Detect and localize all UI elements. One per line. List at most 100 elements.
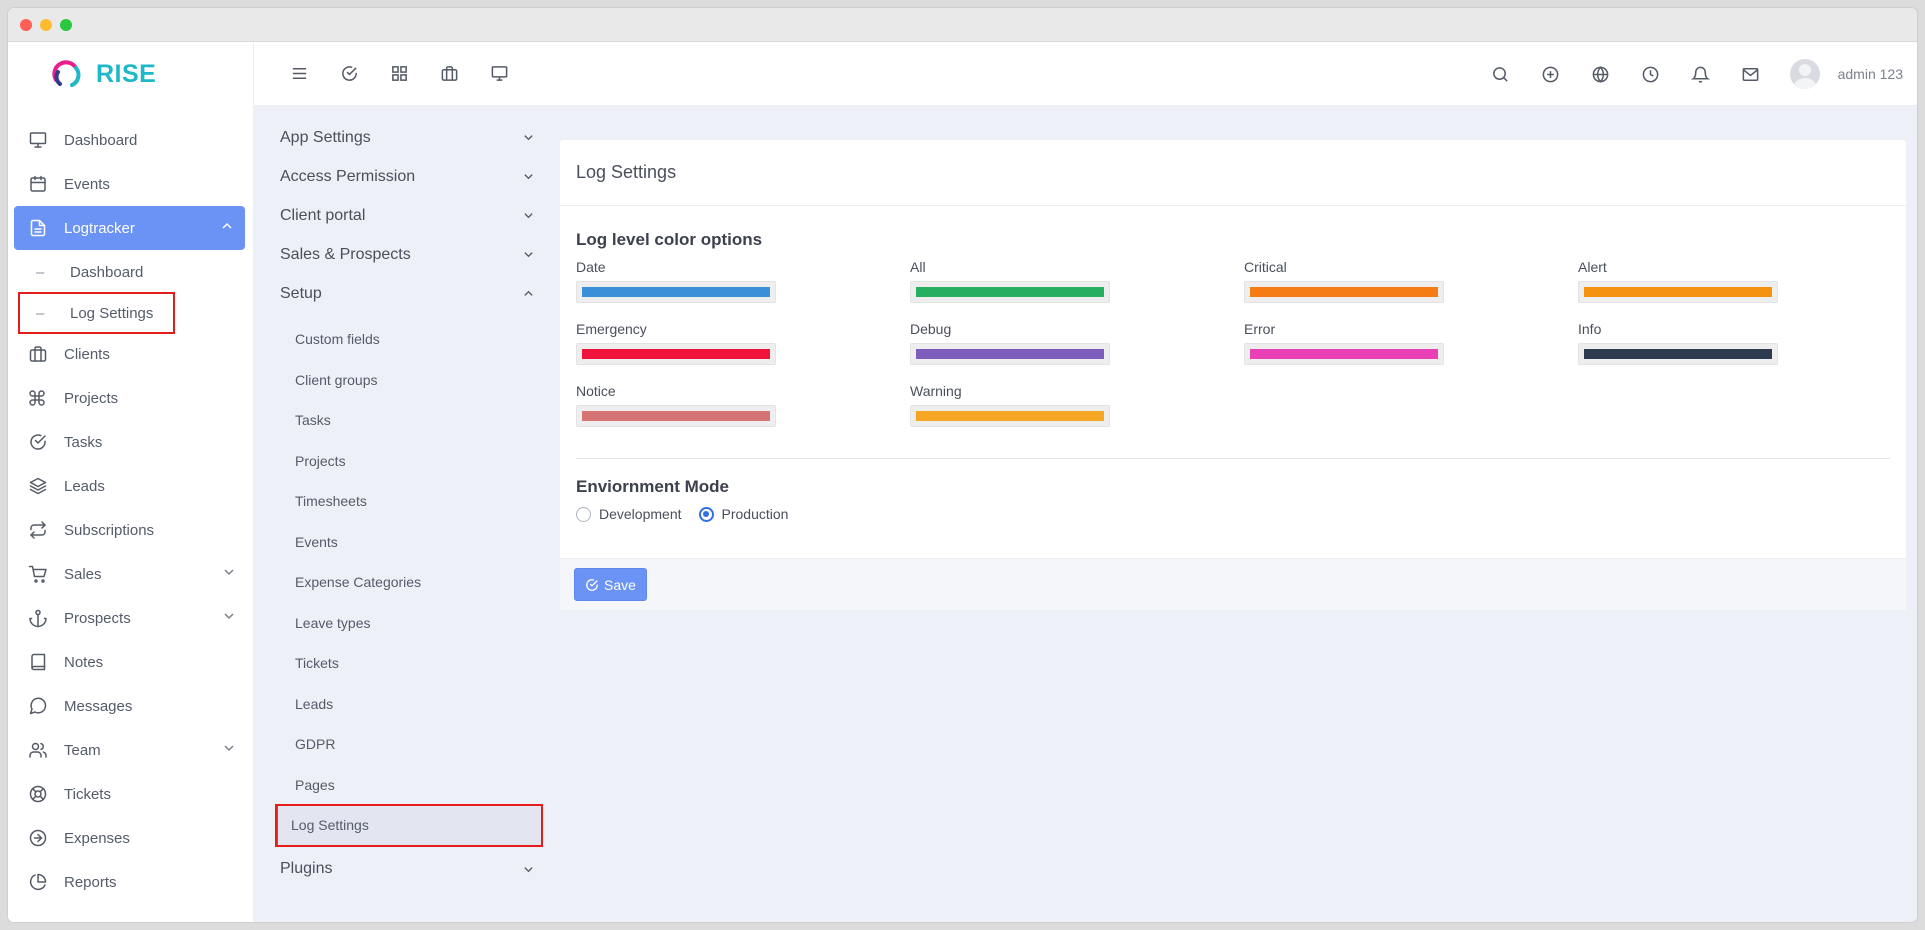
setup-item-events[interactable]: Events [272, 522, 542, 563]
sidebar-item-messages[interactable]: Messages [8, 684, 253, 728]
close-window-button[interactable] [20, 19, 32, 31]
env-option-production[interactable]: Production [698, 506, 788, 522]
sidebar-item-label: Events [64, 175, 110, 193]
clock-icon[interactable] [1626, 49, 1676, 99]
color-label: Alert [1578, 259, 1607, 275]
bell-icon[interactable] [1676, 49, 1726, 99]
sidebar-subitem-dashboard[interactable]: – Dashboard [8, 250, 253, 294]
minimize-window-button[interactable] [40, 19, 52, 31]
grid-icon[interactable] [374, 49, 424, 99]
setup-item-custom-fields[interactable]: Custom fields [272, 319, 542, 360]
mail-icon[interactable] [1726, 49, 1776, 99]
sidebar-subitem-log-settings[interactable]: – Log Settings [18, 292, 175, 334]
env-option-development[interactable]: Development [576, 506, 682, 522]
setup-item-tickets[interactable]: Tickets [272, 643, 542, 684]
settings-group-plugins[interactable]: Plugins [272, 850, 542, 889]
radio-label: Development [599, 506, 682, 522]
plus-circle-icon[interactable] [1526, 49, 1576, 99]
color-picker-error[interactable] [1244, 343, 1444, 365]
color-picker-emergency[interactable] [576, 343, 776, 365]
sidebar-item-projects[interactable]: Projects [8, 376, 253, 420]
settings-group-app-settings[interactable]: App Settings [272, 118, 542, 157]
page-title: Log Settings [560, 140, 1906, 206]
settings-group-label: Setup [280, 284, 322, 302]
anchor-icon [28, 608, 48, 628]
setup-item-expense-categories[interactable]: Expense Categories [272, 562, 542, 603]
setup-item-projects[interactable]: Projects [272, 441, 542, 482]
sidebar-item-tickets[interactable]: Tickets [8, 772, 253, 816]
sidebar-item-clients[interactable]: Clients [8, 332, 253, 376]
sidebar-nav: Dashboard Events Logtracker – Dashboard – Log … [8, 106, 253, 904]
setup-item-pages[interactable]: Pages [272, 765, 542, 806]
log-settings-card: Log Settings Log level color options Dat… [560, 140, 1906, 610]
color-label: Date [576, 259, 606, 275]
username[interactable]: admin 123 [1838, 66, 1903, 82]
color-picker-warning[interactable] [910, 405, 1110, 427]
section-divider [576, 458, 1890, 459]
briefcase-icon[interactable] [424, 49, 474, 99]
card-footer: Save [560, 558, 1906, 610]
settings-group-sales-prospects[interactable]: Sales & Prospects [272, 235, 542, 274]
color-label: Notice [576, 383, 616, 399]
sidebar-item-prospects[interactable]: Prospects [8, 596, 253, 640]
color-picker-all[interactable] [910, 281, 1110, 303]
sidebar-item-subscriptions[interactable]: Subscriptions [8, 508, 253, 552]
users-icon [28, 740, 48, 760]
color-option-critical: Critical [1244, 259, 1578, 306]
setup-submenu: Custom fields Client groups Tasks Projects T… [272, 319, 543, 847]
color-picker-debug[interactable] [910, 343, 1110, 365]
brand[interactable]: RISE [8, 42, 253, 106]
sidebar-item-events[interactable]: Events [8, 162, 253, 206]
sidebar-item-dashboard[interactable]: Dashboard [8, 118, 253, 162]
color-swatch [582, 287, 770, 297]
radio-development[interactable] [576, 506, 591, 522]
maximize-window-button[interactable] [60, 19, 72, 31]
color-label: Warning [910, 383, 962, 399]
color-picker-info[interactable] [1578, 343, 1778, 365]
settings-group-label: Client portal [280, 206, 366, 224]
sidebar-item-label: Reports [64, 873, 117, 891]
color-picker-notice[interactable] [576, 405, 776, 427]
sidebar-item-label: Subscriptions [64, 521, 155, 539]
command-icon [28, 388, 48, 408]
sidebar-item-reports[interactable]: Reports [8, 860, 253, 904]
sidebar-item-tasks[interactable]: Tasks [8, 420, 253, 464]
settings-group-setup[interactable]: Setup [272, 274, 542, 313]
sidebar-item-expenses[interactable]: Expenses [8, 816, 253, 860]
color-option-debug: Debug [910, 321, 1244, 368]
setup-item-client-groups[interactable]: Client groups [272, 360, 542, 401]
monitor-icon [28, 130, 48, 150]
setup-item-log-settings[interactable]: Log Settings [275, 804, 543, 847]
sidebar-item-label: Projects [64, 389, 119, 407]
setup-item-leads[interactable]: Leads [272, 684, 542, 725]
avatar[interactable] [1789, 59, 1820, 89]
sidebar-item-logtracker[interactable]: Logtracker [14, 206, 245, 250]
sidebar-item-team[interactable]: Team [8, 728, 253, 772]
sidebar-item-sales[interactable]: Sales [8, 552, 253, 596]
sidebar-item-leads[interactable]: Leads [8, 464, 253, 508]
color-option-notice: Notice [576, 383, 910, 430]
sidebar-item-notes[interactable]: Notes [8, 640, 253, 684]
search-icon[interactable] [1476, 49, 1526, 99]
setup-item-leave-types[interactable]: Leave types [272, 603, 542, 644]
setup-item-gdpr[interactable]: GDPR [272, 724, 542, 765]
color-options-grid: Date All Critical Alert Emergency Debug Error I… [576, 259, 1890, 430]
settings-group-label: App Settings [280, 128, 371, 146]
color-picker-alert[interactable] [1578, 281, 1778, 303]
settings-group-client-portal[interactable]: Client portal [272, 196, 542, 235]
setup-item-tasks[interactable]: Tasks [272, 400, 542, 441]
color-picker-critical[interactable] [1244, 281, 1444, 303]
save-button[interactable]: Save [574, 568, 647, 601]
dash-icon: – [36, 263, 45, 281]
globe-icon[interactable] [1576, 49, 1626, 99]
color-picker-date[interactable] [576, 281, 776, 303]
settings-group-access-permission[interactable]: Access Permission [272, 157, 542, 196]
setup-item-timesheets[interactable]: Timesheets [272, 481, 542, 522]
check-circle-icon[interactable] [324, 49, 374, 99]
message-icon [28, 696, 48, 716]
monitor-icon[interactable] [474, 49, 524, 99]
menu-toggle-icon[interactable] [274, 49, 324, 99]
color-label: All [910, 259, 926, 275]
check-circle-icon [586, 578, 598, 591]
radio-production[interactable] [698, 506, 714, 522]
